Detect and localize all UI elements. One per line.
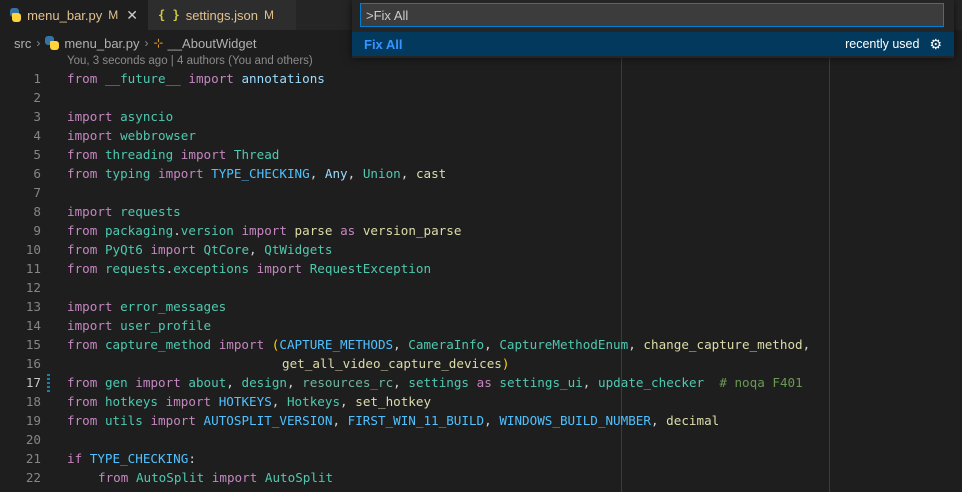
gear-icon[interactable]: ⚙ xyxy=(929,36,942,53)
line-number: 16 xyxy=(25,356,41,371)
code-line: 18 from hotkeys import HOTKEYS, Hotkeys, … xyxy=(0,392,962,411)
code-line: 2 xyxy=(0,88,962,107)
code-line: 3 import asyncio xyxy=(0,107,962,126)
command-palette-result-fix-all[interactable]: Fix All recently used ⚙ xyxy=(352,32,954,56)
command-palette: Fix All recently used ⚙ xyxy=(352,0,954,58)
tab-label: menu_bar.py xyxy=(27,7,103,23)
code-line: 11 from requests.exceptions import Reques… xyxy=(0,259,962,278)
code-line: 13 import error_messages xyxy=(0,297,962,316)
line-number: 19 xyxy=(25,413,41,428)
breadcrumb: src › menu_bar.py › ⊹ __AboutWidget xyxy=(14,34,256,52)
line-number: 1 xyxy=(33,71,41,86)
line-number: 20 xyxy=(25,432,41,447)
code-line: 17 from gen import about, design, resourc… xyxy=(0,373,962,392)
line-number: 22 xyxy=(25,470,41,485)
modified-badge: M xyxy=(108,8,119,22)
breadcrumb-item-src[interactable]: src xyxy=(14,36,31,51)
code-line: 5 from threading import Thread xyxy=(0,145,962,164)
line-number: 4 xyxy=(33,128,41,143)
code-line: 4 import webbrowser xyxy=(0,126,962,145)
breadcrumb-item-file[interactable]: menu_bar.py xyxy=(64,36,139,51)
tab-settings-json[interactable]: { } settings.json M xyxy=(148,0,296,30)
python-icon xyxy=(10,8,22,22)
tab-menu-bar-py[interactable]: menu_bar.py M ✕ xyxy=(0,0,148,30)
line-number: 5 xyxy=(33,147,41,162)
line-number: 17 xyxy=(25,375,41,390)
git-blame-annotation[interactable]: You, 3 seconds ago | 4 authors (You and … xyxy=(67,55,313,67)
line-number: 13 xyxy=(25,299,41,314)
line-number: 10 xyxy=(25,242,41,257)
code-line: 14 import user_profile xyxy=(0,316,962,335)
line-number: 6 xyxy=(33,166,41,181)
json-icon: { } xyxy=(158,8,180,22)
code-line: 15 from capture_method import (CAPTURE_ME… xyxy=(0,335,962,354)
code-line: 1 from __future__ import annotations xyxy=(0,69,962,88)
line-number: 3 xyxy=(33,109,41,124)
code-line: 9 from packaging.version import parse as … xyxy=(0,221,962,240)
line-number: 2 xyxy=(33,90,41,105)
line-number: 11 xyxy=(25,261,41,276)
chevron-right-icon: › xyxy=(144,36,149,50)
line-number: 8 xyxy=(33,204,41,219)
code-line: 22 from AutoSplit import AutoSplit xyxy=(0,468,962,487)
tab-label: settings.json xyxy=(185,7,258,23)
code-line: 19 from utils import AUTOSPLIT_VERSION, F… xyxy=(0,411,962,430)
code-line: 7 xyxy=(0,183,962,202)
code-line: 6 from typing import TYPE_CHECKING, Any, … xyxy=(0,164,962,183)
command-palette-input[interactable] xyxy=(360,3,944,27)
line-number: 15 xyxy=(25,337,41,352)
line-number: 12 xyxy=(25,280,41,295)
modified-badge: M xyxy=(263,8,274,22)
code-line: 20 xyxy=(0,430,962,449)
git-modified-indicator[interactable] xyxy=(47,373,50,392)
command-label: Fix All xyxy=(364,36,403,52)
breadcrumb-item-class[interactable]: __AboutWidget xyxy=(168,36,257,51)
code-line: 21 if TYPE_CHECKING: xyxy=(0,449,962,468)
line-number: 18 xyxy=(25,394,41,409)
line-number: 14 xyxy=(25,318,41,333)
class-symbol-icon: ⊹ xyxy=(153,36,164,50)
code-line: 10 from PyQt6 import QtCore, QtWidgets xyxy=(0,240,962,259)
python-icon xyxy=(45,36,60,50)
code-editor[interactable]: 1 from __future__ import annotations 2 3i… xyxy=(0,69,962,487)
code-line: 8 import requests xyxy=(0,202,962,221)
recently-used-hint: recently used xyxy=(845,37,920,51)
line-number: 7 xyxy=(33,185,41,200)
code-line: 12 xyxy=(0,278,962,297)
code-line: 16 get_all_video_capture_devices) xyxy=(0,354,962,373)
line-number: 9 xyxy=(33,223,41,238)
line-number: 21 xyxy=(25,451,41,466)
close-icon[interactable]: ✕ xyxy=(126,7,138,24)
chevron-right-icon: › xyxy=(36,36,41,50)
